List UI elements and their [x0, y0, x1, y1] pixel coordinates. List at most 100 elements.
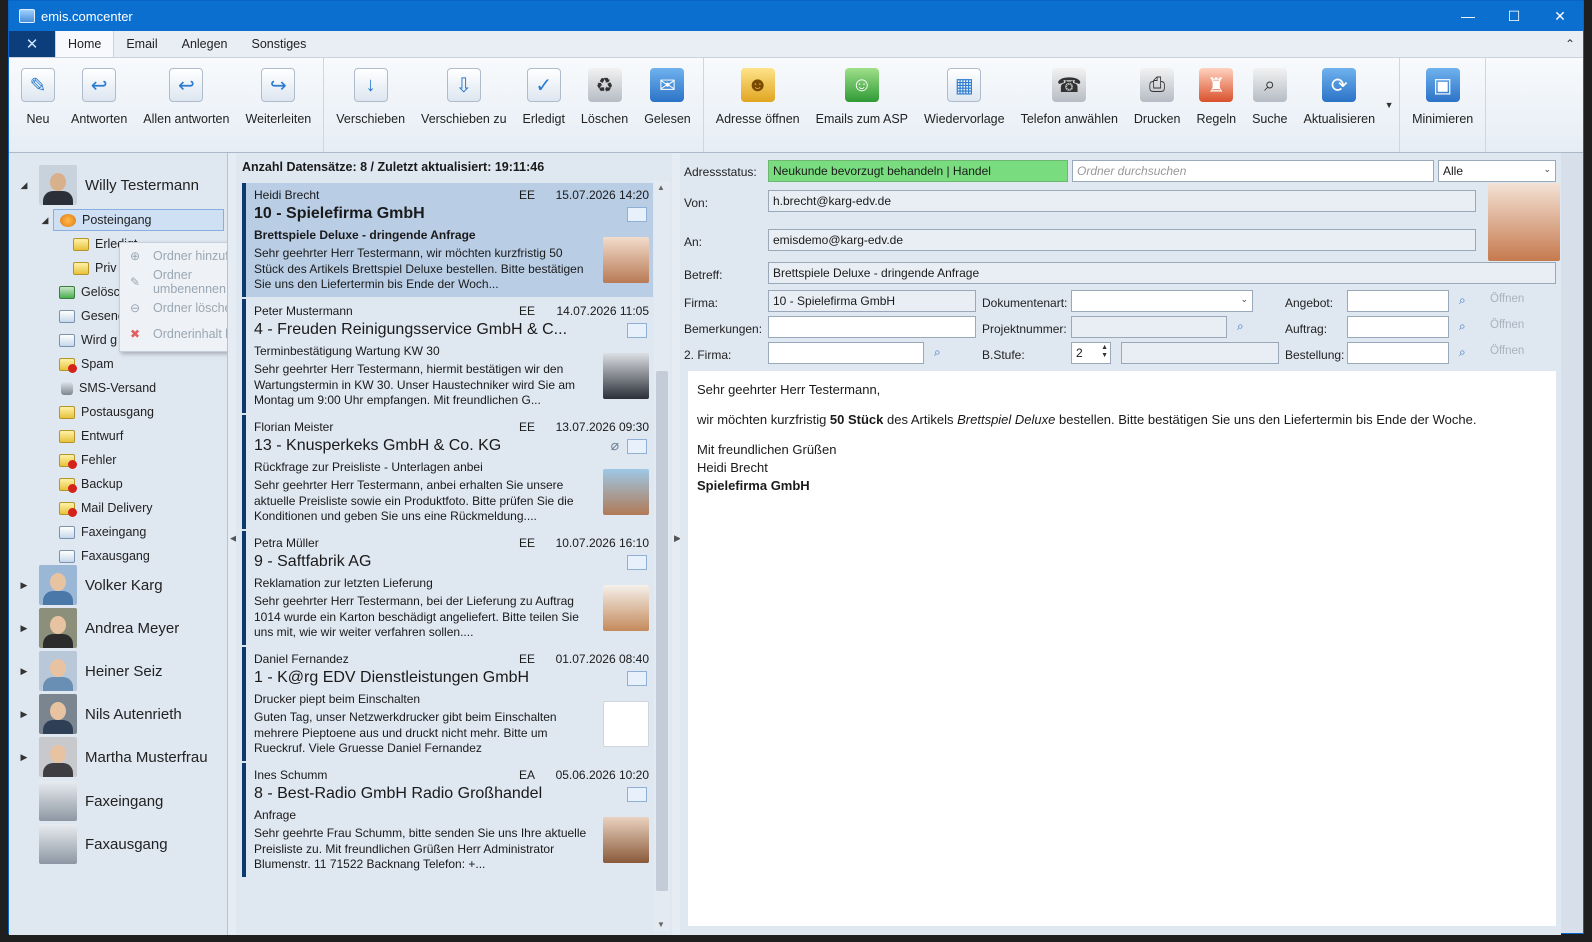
maximize-icon[interactable]: ☐ — [1491, 1, 1537, 31]
scroll-down-icon[interactable]: ▼ — [657, 920, 665, 929]
document-type-select[interactable]: ⌄ — [1071, 290, 1253, 312]
folder-wird-gesendet[interactable]: Wird g — [59, 329, 117, 351]
fax-in-node[interactable]: Faxeingang — [9, 781, 163, 821]
purchase-order-field[interactable] — [1347, 342, 1449, 364]
minimize-button[interactable]: ▣ Minimieren — [1404, 58, 1481, 152]
splitter-left[interactable]: ◀ — [228, 153, 237, 935]
tab-anlegen[interactable]: Anlegen — [170, 31, 240, 57]
collapse-arrow-icon[interactable]: ◢ — [17, 180, 31, 191]
search-icon[interactable]: ⌕ — [1237, 319, 1244, 334]
fax-out-node[interactable]: Faxausgang — [9, 824, 168, 864]
refresh-button[interactable]: ⟳ Aktualisieren — [1296, 58, 1384, 152]
filter-select[interactable]: Alle ⌄ — [1438, 160, 1556, 182]
folder-search-input[interactable]: Ordner durchsuchen — [1072, 160, 1434, 182]
search-icon[interactable]: ⌕ — [1459, 293, 1466, 308]
tab-sonstiges[interactable]: Sonstiges — [239, 31, 318, 57]
followup-button[interactable]: ▦ Wiedervorlage — [916, 58, 1013, 152]
user-andrea-meyer[interactable]: ▶ Andrea Meyer — [9, 608, 179, 648]
emails-to-asp-button[interactable]: ☺ Emails zum ASP — [808, 58, 916, 152]
open-order-link[interactable]: Öffnen — [1490, 319, 1524, 331]
folder-faxausgang[interactable]: Faxausgang — [59, 545, 150, 567]
delete-button[interactable]: ♻ Löschen — [573, 58, 636, 152]
read-button[interactable]: ✉ Gelesen — [636, 58, 699, 152]
ribbon-collapse-icon[interactable]: ⌃ — [1557, 31, 1583, 57]
order-field[interactable] — [1347, 316, 1449, 338]
open-purchase-order-link[interactable]: Öffnen — [1490, 345, 1524, 357]
splitter-right[interactable]: ▶ — [672, 153, 681, 935]
search-icon[interactable]: ⌕ — [1459, 345, 1466, 360]
user-heiner-seiz[interactable]: ▶ Heiner Seiz — [9, 651, 163, 691]
company-field[interactable]: 10 - Spielefirma GmbH — [768, 290, 976, 312]
second-company-field[interactable] — [768, 342, 924, 364]
message-item[interactable]: Heidi Brecht EE 15.07.2026 14:20 10 - Spie… — [242, 183, 653, 297]
minimize-icon[interactable]: — — [1445, 1, 1491, 31]
search-icon[interactable]: ⌕ — [934, 345, 941, 360]
expand-arrow-icon[interactable]: ▶ — [17, 709, 31, 720]
folder-label: Fehler — [81, 453, 117, 467]
scroll-up-icon[interactable]: ▲ — [657, 183, 665, 192]
message-item[interactable]: Ines Schumm EA 05.06.2026 10:20 8 - Best-R… — [242, 763, 653, 877]
scroll-thumb[interactable] — [656, 371, 668, 891]
folder-privat[interactable]: Priv — [73, 257, 117, 279]
move-to-button[interactable]: ⇩ Verschieben zu — [413, 58, 514, 152]
done-button[interactable]: ✓ Erledigt — [515, 58, 573, 152]
folder-sms-versand[interactable]: SMS-Versand — [61, 377, 156, 399]
folder-spam[interactable]: Spam — [59, 353, 114, 375]
menu-delete-folder[interactable]: ⊖ Ordner löschen — [120, 295, 227, 321]
list-scrollbar[interactable]: ▲ ▼ — [654, 181, 670, 931]
subject-field[interactable]: Brettspiele Deluxe - dringende Anfrage — [768, 262, 1556, 284]
reply-all-button[interactable]: ↩ Allen antworten — [135, 58, 237, 152]
spinner-arrows-icon[interactable]: ▲ ▼ — [1101, 344, 1108, 360]
message-item[interactable]: Petra Müller EE 10.07.2026 16:10 9 - Saftf… — [242, 531, 653, 645]
from-field[interactable]: h.brecht@karg-edv.de — [768, 190, 1476, 212]
user-martha-musterfrau[interactable]: ▶ Martha Musterfrau — [9, 737, 208, 777]
folder-faxeingang[interactable]: Faxeingang — [59, 521, 146, 543]
new-button[interactable]: ✎ Neu — [13, 58, 63, 152]
collapse-arrow-icon[interactable]: ◢ — [39, 215, 51, 226]
label-bemerkungen: Bemerkungen: — [684, 322, 763, 336]
menu-add-folder[interactable]: ⊕ Ordner hinzufügen — [120, 243, 227, 269]
dial-phone-button[interactable]: ☎ Telefon anwählen — [1013, 58, 1126, 152]
followup-label: Wiedervorlage — [924, 112, 1005, 126]
print-button[interactable]: ⎙ Drucken — [1126, 58, 1189, 152]
user-volker-karg[interactable]: ▶ Volker Karg — [9, 565, 163, 605]
search-icon[interactable]: ⌕ — [1459, 319, 1466, 334]
message-body[interactable]: Sehr geehrter Herr Testermann, wir möcht… — [688, 371, 1556, 926]
to-field[interactable]: emisdemo@karg-edv.de — [768, 229, 1476, 251]
expand-arrow-icon[interactable]: ▶ — [17, 623, 31, 634]
move-button[interactable]: ↓ Verschieben — [328, 58, 413, 152]
folder-fehler[interactable]: Fehler — [59, 449, 116, 471]
open-offer-link[interactable]: Öffnen — [1490, 293, 1524, 305]
reply-button[interactable]: ↩ Antworten — [63, 58, 135, 152]
message-item[interactable]: Daniel Fernandez EE 01.07.2026 08:40 1 - K… — [242, 647, 653, 761]
menu-empty-folder[interactable]: ✖ Ordnerinhalt leeren — [120, 321, 227, 347]
user-willy-testermann[interactable]: ◢ Willy Testermann — [9, 165, 199, 205]
expand-arrow-icon[interactable]: ▶ — [17, 580, 31, 591]
tab-home[interactable]: Home — [55, 31, 115, 57]
remarks-field[interactable] — [768, 316, 976, 338]
folder-backup[interactable]: Backup — [59, 473, 123, 495]
offer-field[interactable] — [1347, 290, 1449, 312]
expand-arrow-icon[interactable]: ▶ — [17, 666, 31, 677]
tools-icon[interactable]: ✕ — [9, 31, 55, 57]
project-number-field[interactable] — [1071, 316, 1227, 338]
bstufe-spinner[interactable]: 2 ▲ ▼ — [1071, 342, 1111, 364]
folder-posteingang[interactable]: ◢ — [39, 209, 51, 231]
forward-button[interactable]: ↪ Weiterleiten — [237, 58, 319, 152]
menu-rename-folder[interactable]: ✎ Ordner umbenennen — [120, 268, 227, 296]
message-item[interactable]: Florian Meister EE 13.07.2026 09:30 13 - K… — [242, 415, 653, 529]
close-icon[interactable]: ✕ — [1537, 1, 1583, 31]
message-item[interactable]: Peter Mustermann EE 14.07.2026 11:05 4 - F… — [242, 299, 653, 413]
folder-posteingang-selected[interactable]: Posteingang — [53, 209, 224, 231]
search-button[interactable]: ⌕ Suche — [1244, 58, 1295, 152]
ribbon-more-icon[interactable]: ▼ — [1383, 58, 1395, 152]
add-folder-icon: ⊕ — [129, 249, 141, 263]
folder-entwurf[interactable]: Entwurf — [59, 425, 123, 447]
tab-email[interactable]: Email — [114, 31, 169, 57]
rules-button[interactable]: ♜ Regeln — [1188, 58, 1244, 152]
user-nils-autenrieth[interactable]: ▶ Nils Autenrieth — [9, 694, 182, 734]
open-address-button[interactable]: ☻ Adresse öffnen — [708, 58, 808, 152]
expand-arrow-icon[interactable]: ▶ — [17, 752, 31, 763]
folder-postausgang[interactable]: Postausgang — [59, 401, 154, 423]
folder-mail-delivery[interactable]: Mail Delivery — [59, 497, 153, 519]
